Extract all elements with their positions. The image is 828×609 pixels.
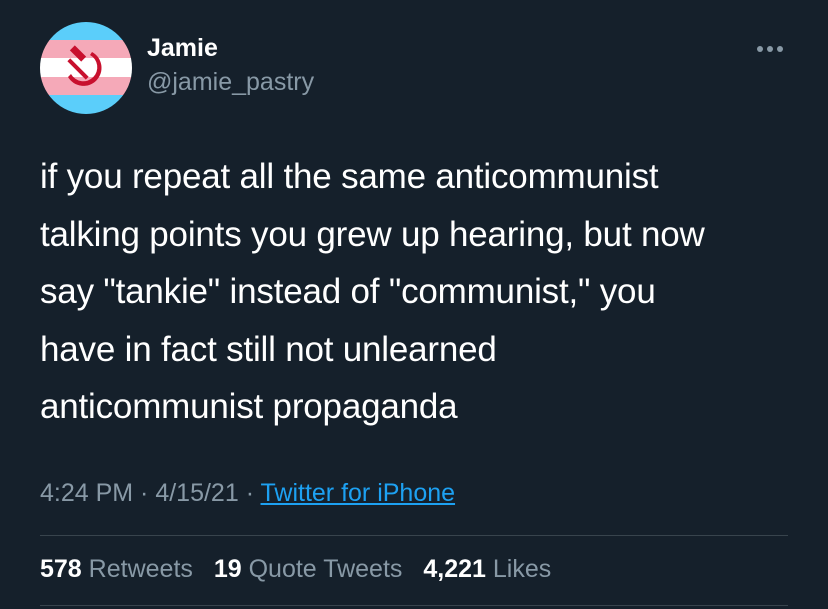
retweets-label: Retweets [88, 555, 193, 583]
quote-tweets-label: Quote Tweets [248, 555, 403, 583]
more-horizontal-icon [777, 46, 783, 52]
more-horizontal-icon [757, 46, 763, 52]
trans-flag-hammer-sickle-icon [40, 22, 132, 114]
avatar[interactable] [40, 22, 132, 114]
tweet-time[interactable]: 4:24 PM [40, 479, 133, 507]
retweets-count: 578 [40, 555, 82, 583]
tweet-meta: 4:24 PM · 4/15/21 · Twitter for iPhone [40, 479, 455, 508]
meta-separator: · [133, 479, 156, 507]
likes-label: Likes [492, 555, 552, 583]
user-handle[interactable]: @jamie_pastry [147, 68, 314, 97]
likes-count: 4,221 [423, 555, 486, 583]
retweets-stat[interactable]: 578 Retweets [40, 555, 193, 583]
tweet-text-line: talking points you grew up hearing, but … [40, 214, 705, 254]
display-name[interactable]: Jamie [147, 34, 218, 63]
tweet-text-line: have in fact still not unlearned [40, 329, 497, 369]
more-options-button[interactable] [748, 34, 792, 64]
tweet-source-link[interactable]: Twitter for iPhone [261, 479, 456, 507]
likes-stat[interactable]: 4,221 Likes [423, 555, 551, 583]
tweet-text: if you repeat all the same anticommunist… [40, 148, 800, 436]
quote-tweets-count: 19 [213, 555, 242, 583]
tweet-date[interactable]: 4/15/21 [155, 479, 238, 507]
tweet-text-line: anticommunist propaganda [40, 387, 458, 426]
tweet-card: Jamie @jamie_pastry if you repeat all th… [0, 0, 828, 609]
tweet-stats: 578 Retweets 19 Quote Tweets 4,221 Likes [40, 555, 565, 584]
tweet-text-line: if you repeat all the same anticommunist [40, 157, 659, 196]
more-horizontal-icon [767, 46, 773, 52]
meta-separator: · [238, 479, 261, 507]
divider [40, 605, 788, 606]
divider [40, 535, 788, 536]
tweet-text-line: say "tankie" instead of "communist," you [40, 272, 656, 311]
quote-tweets-stat[interactable]: 19 Quote Tweets [214, 555, 403, 583]
